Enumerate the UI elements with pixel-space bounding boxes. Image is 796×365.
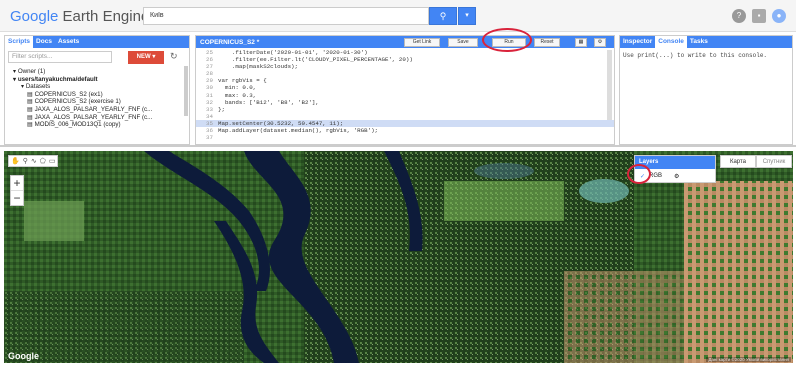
tree-item[interactable]: ▾ Owner (1) (9, 68, 185, 76)
code-line[interactable]: bands: ['B12', 'B8', 'B2'], (218, 99, 319, 106)
filter-scripts-input[interactable]: Filter scripts... (8, 51, 112, 63)
pan-icon[interactable]: ✋ (11, 157, 20, 165)
logo-earth-engine: Earth Engine (62, 8, 150, 25)
run-highlight-circle (482, 28, 532, 52)
line-number: 29 (206, 77, 213, 85)
account-icon[interactable]: ● (772, 9, 786, 23)
line-number: 36 (206, 127, 213, 135)
tree-item[interactable]: ▤ JAXA_ALOS_PALSAR_YEARLY_FNF (c... (9, 106, 185, 114)
map-type-map-button[interactable]: Карта (720, 155, 756, 168)
tab-docs[interactable]: Docs (33, 36, 55, 48)
tree-item[interactable]: ▤ COPERNICUS_S2 (ex1) (9, 91, 185, 99)
code-line[interactable]: .filter(ee.Filter.lt('CLOUDY_PIXEL_PERCE… (218, 56, 413, 63)
line-number: 31 (206, 91, 213, 99)
search-input[interactable]: Київ (143, 7, 429, 25)
line-number: 30 (206, 84, 213, 92)
polygon-icon[interactable]: ⬠ (40, 157, 46, 165)
console-panel: Inspector Console Tasks Use print(...) t… (619, 35, 793, 145)
line-number: 25 (206, 49, 213, 56)
code-line[interactable]: .filterDate('2020-01-01', '2020-01-30') (218, 49, 368, 56)
line-number: 33 (206, 105, 213, 113)
line-number: 27 (206, 63, 213, 71)
zoom-out-button[interactable]: − (11, 191, 23, 205)
scripts-scrollbar[interactable] (184, 66, 188, 116)
help-icon[interactable]: ? (732, 9, 746, 23)
new-script-button[interactable]: NEW ▾ (128, 51, 164, 64)
map-attribution[interactable]: Дані карти ©2020 Умови використання (706, 357, 791, 362)
line-number: 37 (206, 134, 213, 142)
line-number: 32 (206, 98, 213, 106)
code-editor: COPERNICUS_S2 * Get Link Save Run Reset … (195, 35, 615, 145)
tree-item[interactable]: ▾ users/tanyakuchma/default (9, 76, 185, 84)
scripts-toolbar: Filter scripts... NEW ▾ ↻ (5, 48, 189, 66)
rectangle-icon[interactable]: ▭ (49, 157, 56, 165)
top-icons: ? ▪ ● (732, 9, 786, 23)
header-bar: Google Earth Engine Київ ⚲ ▾ ? ▪ ● (0, 0, 796, 32)
map-type-satellite-button[interactable]: Спутник (756, 155, 792, 168)
script-title: COPERNICUS_S2 * (200, 38, 260, 46)
code-line[interactable]: .map(maskS2clouds); (218, 63, 298, 70)
settings-icon[interactable]: ⚙ (594, 38, 606, 47)
tree-item[interactable]: ▤ MODIS_006_MOD13Q1 (copy) (9, 121, 185, 129)
code-area[interactable]: 25 .filterDate('2020-01-01', '2020-01-30… (196, 48, 614, 142)
feedback-icon[interactable]: ▪ (752, 9, 766, 23)
refresh-icon[interactable]: ↻ (170, 51, 178, 62)
scripts-tree: ▾ Owner (1) ▾ users/tanyakuchma/default … (5, 66, 189, 131)
logo-google: Google (10, 8, 59, 25)
tab-assets[interactable]: Assets (55, 36, 82, 48)
search-icon: ⚲ (439, 11, 447, 21)
tree-item[interactable]: ▤ JAXA_ALOS_PALSAR_YEARLY_FNF (c... (9, 114, 185, 122)
line-number: 35 (206, 119, 213, 127)
console-tabbar: Inspector Console Tasks (620, 36, 792, 48)
code-line[interactable]: Map.addLayer(dataset.median(), rgbVis, '… (218, 127, 378, 134)
search-button[interactable]: ⚲ (429, 7, 457, 25)
line-number: 34 (206, 112, 213, 120)
code-line[interactable]: max: 0.3, (218, 92, 256, 99)
get-link-button[interactable]: Get Link (404, 38, 440, 47)
line-icon[interactable]: ∿ (31, 157, 37, 165)
reset-button[interactable]: Reset (534, 38, 560, 47)
apps-icon[interactable]: ▦ (575, 38, 587, 47)
tab-inspector[interactable]: Inspector (620, 36, 655, 48)
line-number: 28 (206, 70, 213, 78)
gear-icon[interactable]: ⚙ (674, 173, 679, 180)
app-logo[interactable]: Google Earth Engine (10, 8, 149, 25)
drawing-tools: ✋ ⚲ ∿ ⬠ ▭ (8, 155, 59, 167)
code-line[interactable]: var rgbVis = { (218, 77, 267, 84)
scripts-tabbar: Scripts Docs Assets (5, 36, 189, 48)
layer-checkbox-highlight-circle (627, 164, 651, 184)
code-editor-panels: Scripts Docs Assets Filter scripts... NE… (0, 33, 796, 147)
tree-item[interactable]: ▾ Datasets (9, 83, 185, 91)
console-output: Use print(...) to write to this console. (623, 52, 768, 59)
tab-console[interactable]: Console (655, 36, 687, 48)
point-icon[interactable]: ⚲ (23, 157, 28, 165)
map-view[interactable]: ✋ ⚲ ∿ ⬠ ▭ + − Layers ✓ RGB ⚙ Карта Спутн… (4, 151, 793, 363)
tab-scripts[interactable]: Scripts (5, 36, 34, 48)
line-number: 26 (206, 56, 213, 64)
tree-item[interactable]: ▤ COPERNICUS_S2 (exercise 1) (9, 98, 185, 106)
zoom-controls: + − (10, 175, 24, 206)
google-map-logo: Google (8, 351, 39, 361)
search-dropdown-button[interactable]: ▾ (458, 7, 476, 25)
zoom-in-button[interactable]: + (11, 176, 23, 191)
code-line[interactable]: }; (218, 106, 225, 113)
scripts-panel: Scripts Docs Assets Filter scripts... NE… (4, 35, 190, 145)
tab-tasks[interactable]: Tasks (687, 36, 711, 48)
code-line[interactable]: min: 0.0, (218, 84, 256, 91)
code-line[interactable]: Map.setCenter(30.5232, 50.4547, 11); (218, 120, 343, 127)
save-button[interactable]: Save (448, 38, 478, 47)
editor-scrollbar[interactable] (607, 50, 612, 120)
editor-tabbar: COPERNICUS_S2 * Get Link Save Run Reset … (196, 36, 614, 48)
